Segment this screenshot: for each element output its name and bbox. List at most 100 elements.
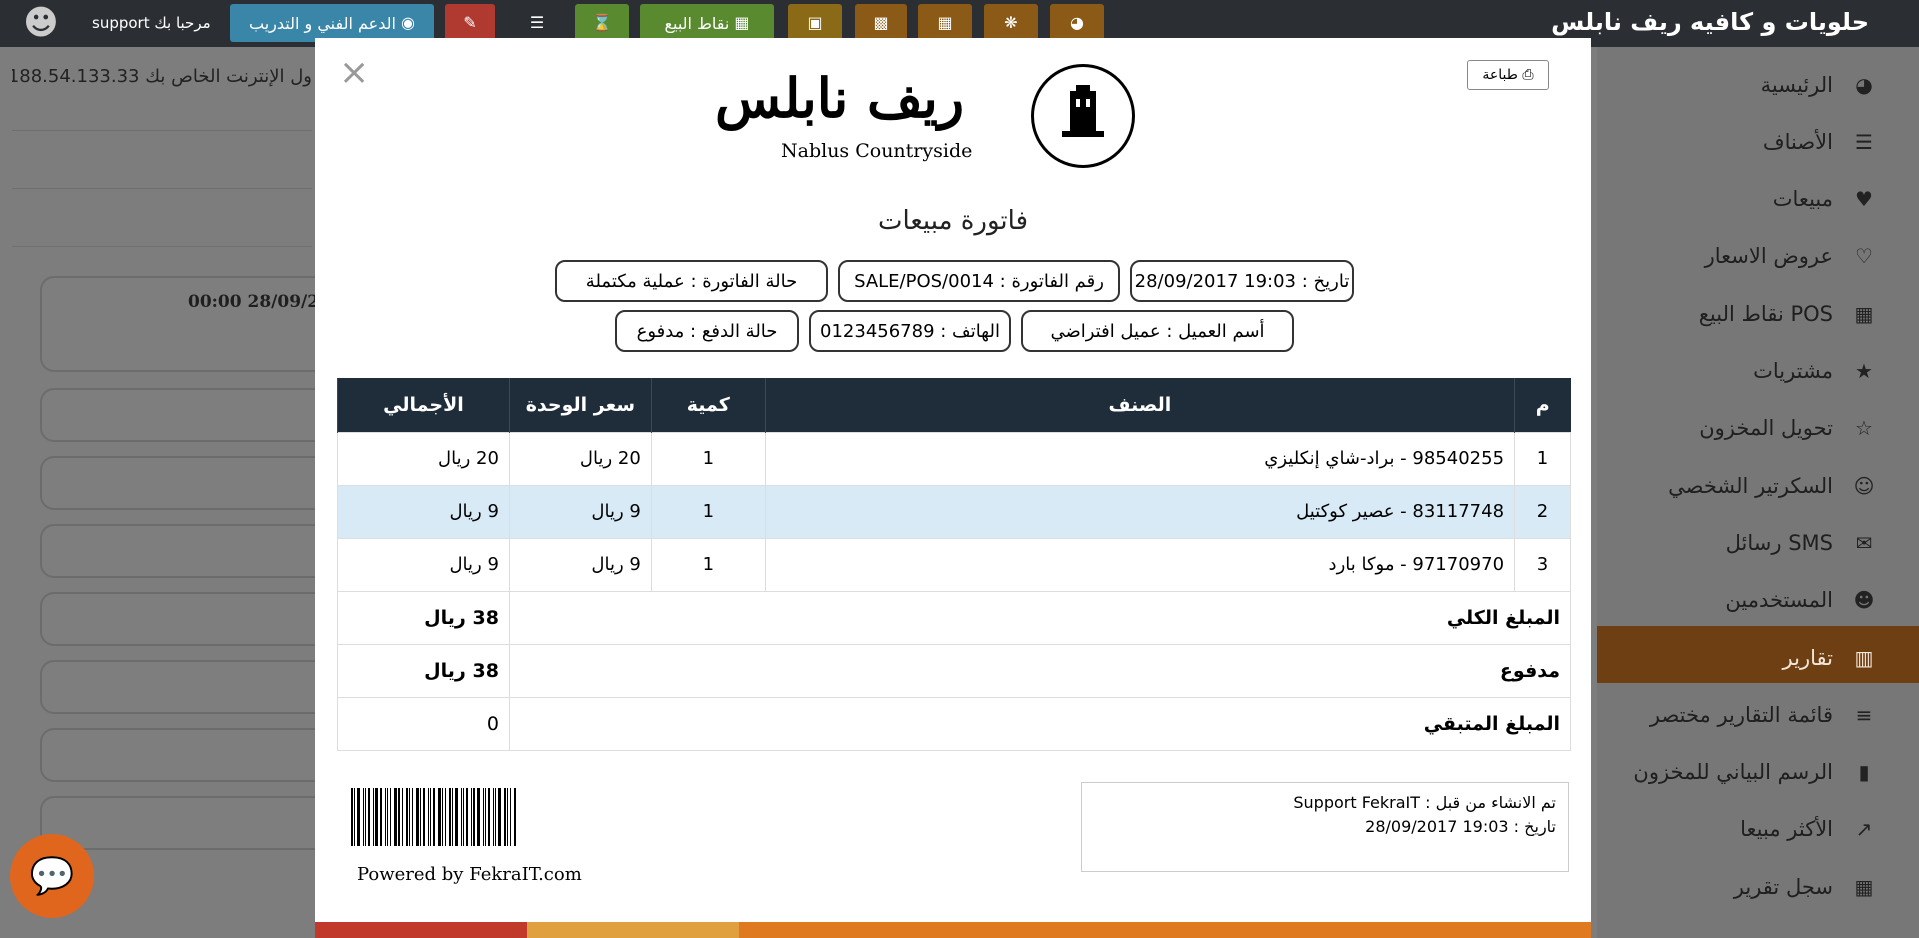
sidebar-item[interactable]: ♥ مبيعات bbox=[1579, 171, 1879, 228]
chat-button[interactable]: 💬 bbox=[10, 834, 94, 918]
barcode-bar bbox=[452, 788, 453, 846]
barcode-bar bbox=[398, 788, 400, 846]
table-row: 1 98540255 - براد-شاي إنكليزي 1 20 ريال … bbox=[337, 431, 1571, 486]
sidebar-item[interactable]: ☆ تحويل المخزون bbox=[1579, 400, 1879, 457]
eraser-button[interactable]: ✎ bbox=[445, 4, 495, 42]
sidebar-item[interactable]: ◕ الرئيسية bbox=[1579, 56, 1879, 113]
column-header: الأجمالي bbox=[337, 378, 510, 432]
hourglass-button[interactable]: ⌛ bbox=[575, 4, 629, 42]
sidebar-item-label: تقارير bbox=[1782, 645, 1833, 670]
barcode-bar bbox=[368, 788, 370, 846]
divider bbox=[12, 188, 312, 189]
row-index: 2 bbox=[1514, 484, 1571, 539]
sidebar-item-label: مبيعات bbox=[1772, 187, 1833, 212]
calendar-button[interactable]: ▩ bbox=[855, 4, 907, 42]
sidebar-item[interactable]: ☰ الأصناف bbox=[1579, 113, 1879, 170]
barcode-bar bbox=[385, 788, 386, 846]
sidebar-item[interactable]: ✉ رسائل SMS bbox=[1579, 514, 1879, 571]
barcode-bar bbox=[365, 788, 366, 846]
sidebar-item[interactable]: ↗ الأكثر مبيعا bbox=[1579, 801, 1879, 858]
barcode-bar bbox=[514, 788, 516, 846]
support-training-button[interactable]: الدعم الفني و التدريب ◉ bbox=[230, 4, 434, 42]
background-date: 00:00 28/09/20 bbox=[188, 292, 331, 312]
modal-footer-button[interactable] bbox=[315, 922, 527, 938]
pos-button[interactable]: نقاط البيع ▦ bbox=[640, 4, 774, 42]
modal-footer-button[interactable] bbox=[951, 922, 1163, 938]
barcode-bar bbox=[483, 788, 484, 846]
barcode-bar bbox=[445, 788, 446, 846]
invoice-table: م الصنف كمية سعر الوحدة الأجمالي 1 98540… bbox=[337, 378, 1572, 751]
star-icon: ★ bbox=[1855, 359, 1873, 383]
item-total: 20 ريال bbox=[337, 431, 510, 486]
sidebar-item[interactable]: ▦ سجل تقرير bbox=[1579, 858, 1879, 915]
date-pill: تاريخ : 19:03 28/09/2017 bbox=[1130, 260, 1354, 302]
sidebar-item[interactable]: ▮ الرسم البياني للمخزون bbox=[1579, 744, 1879, 801]
background-field bbox=[40, 524, 340, 578]
barcode-bar bbox=[430, 788, 431, 846]
barcode-bar bbox=[420, 788, 421, 846]
print-button[interactable]: ⎙ طباعة bbox=[1467, 60, 1549, 90]
barcode-bar bbox=[406, 788, 408, 846]
calculator-button[interactable]: ▦ bbox=[918, 4, 972, 42]
summary-label: المبلغ الكلي bbox=[508, 590, 1572, 645]
sidebar-item[interactable]: ▥ تقارير bbox=[1579, 629, 1879, 686]
sidebar-item[interactable]: ☺ السكرتير الشخصي bbox=[1579, 457, 1879, 514]
sidebar-item-label: الرئيسية bbox=[1760, 72, 1833, 97]
sidebar-item-label: عروض الاسعار bbox=[1704, 244, 1833, 269]
invoice-modal: × ⎙ طباعة ريف نابلس Nablus Countryside ف… bbox=[315, 38, 1591, 938]
barcode-bar bbox=[423, 788, 425, 846]
pos-label: نقاط البيع bbox=[664, 13, 730, 33]
barcode-bar bbox=[402, 788, 403, 846]
background-field bbox=[40, 660, 340, 714]
grid-icon: ▦ bbox=[734, 13, 750, 32]
barcode-bar bbox=[363, 788, 364, 846]
printer-icon: ⎙ bbox=[1522, 67, 1534, 83]
sidebar-item-label: الأصناف bbox=[1762, 129, 1833, 154]
list-icon: ☰ bbox=[1855, 129, 1873, 154]
eraser-icon: ✎ bbox=[463, 13, 477, 32]
print-label: طباعة bbox=[1482, 67, 1518, 83]
powered-by-text: Powered by FekraIT.com bbox=[357, 864, 582, 885]
row-index: 3 bbox=[1514, 537, 1571, 592]
modal-footer-button[interactable] bbox=[1375, 922, 1591, 938]
barcode-bar bbox=[463, 788, 464, 846]
modal-footer-button[interactable] bbox=[527, 922, 739, 938]
sidebar-item-label: مشتريات bbox=[1753, 359, 1833, 383]
dashboard-button[interactable]: ◕ bbox=[1050, 4, 1104, 42]
summary-value: 38 ريال bbox=[337, 643, 510, 698]
summary-label: المبلغ المتبقي bbox=[508, 696, 1572, 751]
barcode-bar bbox=[351, 788, 353, 846]
barcode-bar bbox=[477, 788, 480, 846]
avatar-icon[interactable]: ☻ bbox=[20, 2, 62, 44]
sidebar-item-label: سجل تقرير bbox=[1733, 874, 1833, 899]
sidebar-item[interactable]: ▦ نقاط البيع POS bbox=[1579, 285, 1879, 342]
barcode-bar bbox=[390, 788, 391, 846]
modal-footer-button[interactable] bbox=[1163, 922, 1375, 938]
sidebar-item[interactable]: ≡ قائمة التقارير مختصر bbox=[1579, 686, 1879, 743]
user-icon: ☺ bbox=[1853, 473, 1875, 498]
barcode-bar bbox=[485, 788, 486, 846]
item-name: 98540255 - براد-شاي إنكليزي bbox=[764, 431, 1516, 486]
sidebar-item[interactable]: ☻ المستخدمين bbox=[1579, 572, 1879, 629]
barcode-bar bbox=[449, 788, 451, 846]
sidebar-item-label: نقاط البيع POS bbox=[1698, 301, 1833, 326]
barcode-bar bbox=[510, 788, 511, 846]
sidebar-item[interactable]: ★ مشتريات bbox=[1579, 343, 1879, 400]
sidebar-item[interactable]: ♡ عروض الاسعار bbox=[1579, 228, 1879, 285]
close-icon[interactable]: × bbox=[339, 52, 369, 93]
summary-row-paid: مدفوع 38 ريال bbox=[337, 643, 1572, 698]
modal-footer-button[interactable] bbox=[739, 922, 951, 938]
item-name: 97170970 - موكا بارد bbox=[764, 537, 1516, 592]
column-header: م bbox=[1514, 378, 1571, 432]
share-button[interactable]: ❋ bbox=[984, 4, 1038, 42]
barcode-bar bbox=[493, 788, 494, 846]
summary-value: 0 bbox=[337, 696, 510, 751]
sidebar-item-label: الرسم البياني للمخزون bbox=[1633, 760, 1833, 785]
barcode-bar bbox=[380, 788, 382, 846]
created-date-text: تاريخ : 19:03 28/09/2017 bbox=[1365, 817, 1556, 836]
tv-button[interactable]: ▣ bbox=[788, 4, 842, 42]
divider bbox=[12, 130, 312, 131]
sidebar-item-label: السكرتير الشخصي bbox=[1668, 473, 1833, 498]
summary-value: 38 ريال bbox=[337, 590, 510, 645]
list-button[interactable]: ☰ bbox=[512, 4, 562, 42]
